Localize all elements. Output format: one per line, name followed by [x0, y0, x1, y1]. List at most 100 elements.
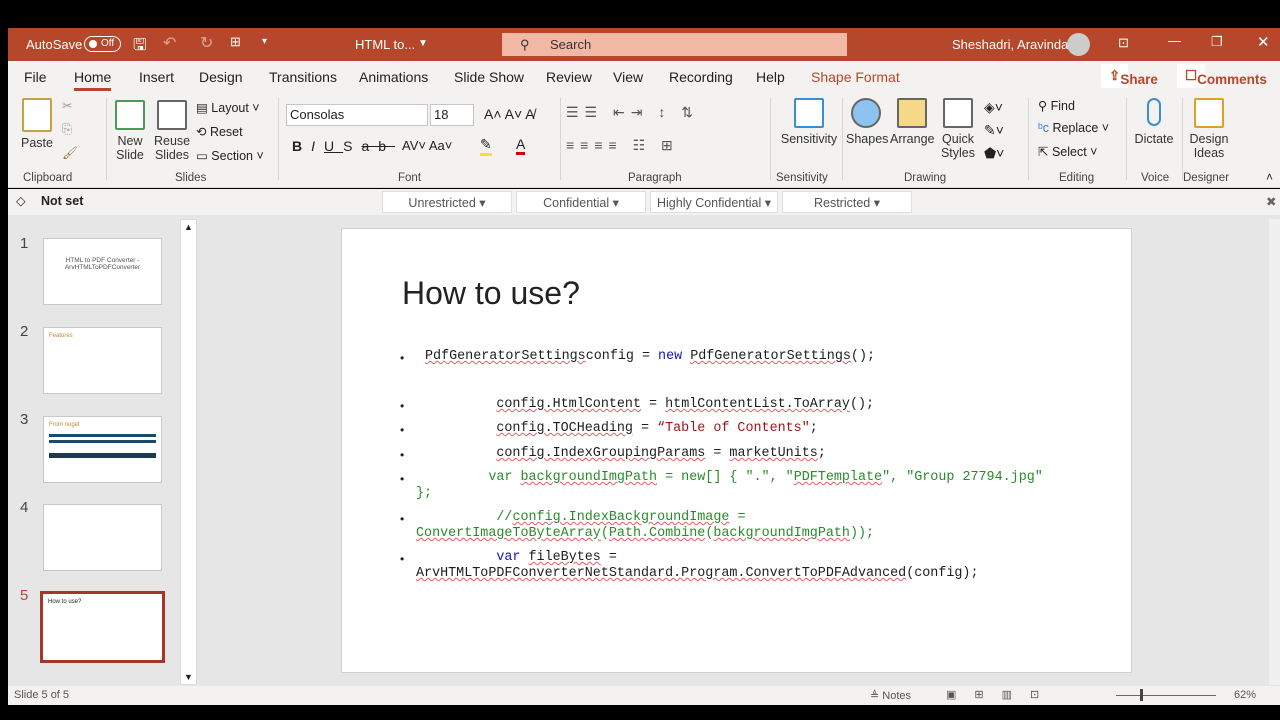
scroll-down-icon[interactable]: ▼	[184, 672, 193, 682]
zoom-slider-thumb[interactable]	[1140, 689, 1143, 701]
share-button[interactable]: ⇪ Share	[1101, 64, 1158, 88]
tab-shape-format[interactable]: Shape Format	[811, 69, 900, 85]
tab-recording[interactable]: Recording	[669, 69, 733, 85]
undo-icon[interactable]: ↶	[163, 33, 176, 53]
select-button[interactable]: ⇱ Select ˅	[1038, 144, 1097, 159]
font-size-select[interactable]: 18	[430, 104, 474, 126]
bullet: •	[400, 423, 405, 437]
code-line[interactable]: var backgroundImgPath = new[] { ".", "PD…	[416, 470, 1043, 502]
replace-button[interactable]: ᵇc Replace ˅	[1038, 121, 1109, 135]
customize-icon[interactable]: ▾	[262, 36, 267, 47]
avatar[interactable]	[1067, 33, 1090, 56]
find-button[interactable]: ⚲ Find	[1038, 98, 1075, 113]
slide-thumbnail-3[interactable]: From nuget	[43, 416, 162, 483]
autosave-toggle[interactable]: Off	[84, 36, 122, 52]
bullet: •	[400, 472, 405, 486]
shapes-button[interactable]: Shapes	[846, 98, 888, 146]
sensitivity-option-confidential[interactable]: Confidential ▾	[516, 191, 646, 213]
code-line[interactable]: config.IndexGroupingParams = marketUnits…	[416, 446, 826, 462]
save-icon[interactable]: 🖫	[133, 34, 147, 61]
slide-number: 1	[20, 235, 29, 252]
option-label: Confidential	[543, 196, 610, 210]
status-bar: Slide 5 of 5 ≜ Notes ▣⊞▥⊡ 62%	[8, 686, 1280, 705]
code-line[interactable]: PdfGeneratorSettingsconfig = new PdfGene…	[425, 349, 875, 365]
close-icon[interactable]: ✕	[1257, 33, 1270, 51]
thumbnail-scrollbar[interactable]: ▲ ▼	[180, 219, 197, 685]
new-slide-button[interactable]: New Slide	[112, 100, 148, 162]
char-spacing-icon[interactable]: AV˅ Aa˅	[402, 138, 452, 153]
redo-icon[interactable]: ↻	[200, 33, 213, 53]
reuse-slides-button[interactable]: Reuse Slides	[154, 100, 190, 162]
tab-review[interactable]: Review	[546, 69, 592, 85]
slide-thumbnail-4[interactable]	[43, 504, 162, 571]
code-line[interactable]: var fileBytes = ArvHTMLToPDFConverterNet…	[416, 550, 979, 582]
document-title[interactable]: HTML to...	[355, 37, 415, 52]
sensitivity-option-highly-confidential[interactable]: Highly Confidential ▾	[650, 191, 778, 213]
notes-button[interactable]: ≜ Notes	[870, 689, 911, 702]
font-color-icon[interactable]: A	[516, 136, 526, 155]
highlight-icon[interactable]: ✎	[480, 136, 492, 156]
sensitivity-button[interactable]: Sensitivity	[778, 98, 840, 146]
zoom-level[interactable]: 62%	[1234, 689, 1256, 701]
sensitivity-icon	[794, 98, 824, 128]
editor-scrollbar[interactable]	[1269, 219, 1280, 685]
paste-button[interactable]: Paste	[20, 98, 54, 150]
minimize-icon[interactable]: —	[1168, 33, 1181, 48]
scroll-up-icon[interactable]: ▲	[184, 222, 193, 232]
list-buttons[interactable]: ☰☰ ⇤⇥ ↕ ⇅	[566, 104, 699, 121]
code-line[interactable]: config.HtmlContent = htmlContentList.ToA…	[416, 397, 874, 413]
shape-fill-outline-effects[interactable]: ◈˅ ✎˅ ⬟˅	[984, 96, 1004, 165]
slide-title[interactable]: How to use?	[402, 275, 580, 312]
tab-design[interactable]: Design	[199, 69, 243, 85]
cut-icon[interactable]: ✂	[62, 98, 72, 113]
collapse-ribbon-icon[interactable]: ˄	[1266, 170, 1273, 184]
code-line[interactable]: config.TOCHeading = “Table of Contents";	[416, 421, 817, 437]
quick-styles-button[interactable]: Quick Styles	[938, 98, 978, 160]
design-ideas-icon	[1194, 98, 1224, 128]
tab-help[interactable]: Help	[756, 69, 785, 85]
code-token: PdfGeneratorSettings	[690, 349, 851, 364]
tab-home[interactable]: Home	[74, 69, 112, 91]
dictate-button[interactable]: Dictate	[1132, 98, 1176, 146]
slide-thumbnail-2[interactable]: Features	[43, 327, 162, 394]
group-label-editing: Editing	[1059, 172, 1095, 184]
tab-transitions[interactable]: Transitions	[269, 69, 337, 85]
tag-icon: ◇	[16, 194, 26, 208]
bullet: •	[400, 552, 405, 566]
tab-animations[interactable]: Animations	[359, 69, 428, 85]
tab-view[interactable]: View	[613, 69, 643, 85]
restore-icon[interactable]: ❐	[1211, 34, 1223, 50]
comments-button[interactable]: ☐ Comments	[1177, 64, 1267, 88]
group-label-designer: Designer	[1183, 172, 1230, 184]
format-painter-icon[interactable]: 🖌	[62, 146, 78, 161]
close-icon[interactable]: ✖	[1266, 194, 1276, 209]
zoom-slider[interactable]	[1116, 695, 1216, 696]
align-buttons[interactable]: ≡≡≡≡ ☷ ⊞	[566, 137, 679, 154]
reset-button[interactable]: ⟲ Reset	[196, 124, 243, 139]
arrange-button[interactable]: Arrange	[890, 98, 934, 146]
font-size-buttons[interactable]: A˄ A˅ A̸	[484, 106, 535, 122]
section-button[interactable]: ▭ Section ˅	[196, 148, 264, 163]
sensitivity-option-unrestricted[interactable]: Unrestricted ▾	[382, 191, 512, 213]
font-format-buttons[interactable]: BIUSab	[292, 138, 395, 154]
present-icon[interactable]: ⊞	[230, 34, 241, 50]
search-box[interactable]: ⚲ Search	[502, 33, 847, 56]
font-family-select[interactable]: Consolas	[286, 104, 428, 126]
slide-thumbnail-1[interactable]: HTML to PDF Converter -ArvHTMLToPDFConve…	[43, 238, 162, 305]
layout-button[interactable]: ▤ Layout ˅	[196, 100, 260, 115]
slide-thumbnail-5[interactable]: How to use?	[40, 591, 165, 663]
slide-canvas[interactable]: How to use? • PdfGeneratorSettingsconfig …	[341, 228, 1132, 673]
tab-slide-show[interactable]: Slide Show	[454, 69, 524, 85]
copy-icon[interactable]: ⎘	[62, 122, 72, 137]
design-ideas-button[interactable]: Design Ideas	[1186, 98, 1232, 160]
sensitivity-label-status: Not set	[41, 194, 84, 208]
code-line[interactable]: //config.IndexBackgroundImage = ConvertI…	[416, 510, 874, 542]
tab-insert[interactable]: Insert	[139, 69, 174, 85]
sensitivity-option-restricted[interactable]: Restricted ▾	[782, 191, 912, 213]
ribbon-display-icon[interactable]: ⊡	[1118, 35, 1129, 51]
code-token: (	[600, 526, 609, 541]
view-buttons[interactable]: ▣⊞▥⊡	[946, 688, 1057, 701]
tab-file[interactable]: File	[24, 69, 47, 85]
